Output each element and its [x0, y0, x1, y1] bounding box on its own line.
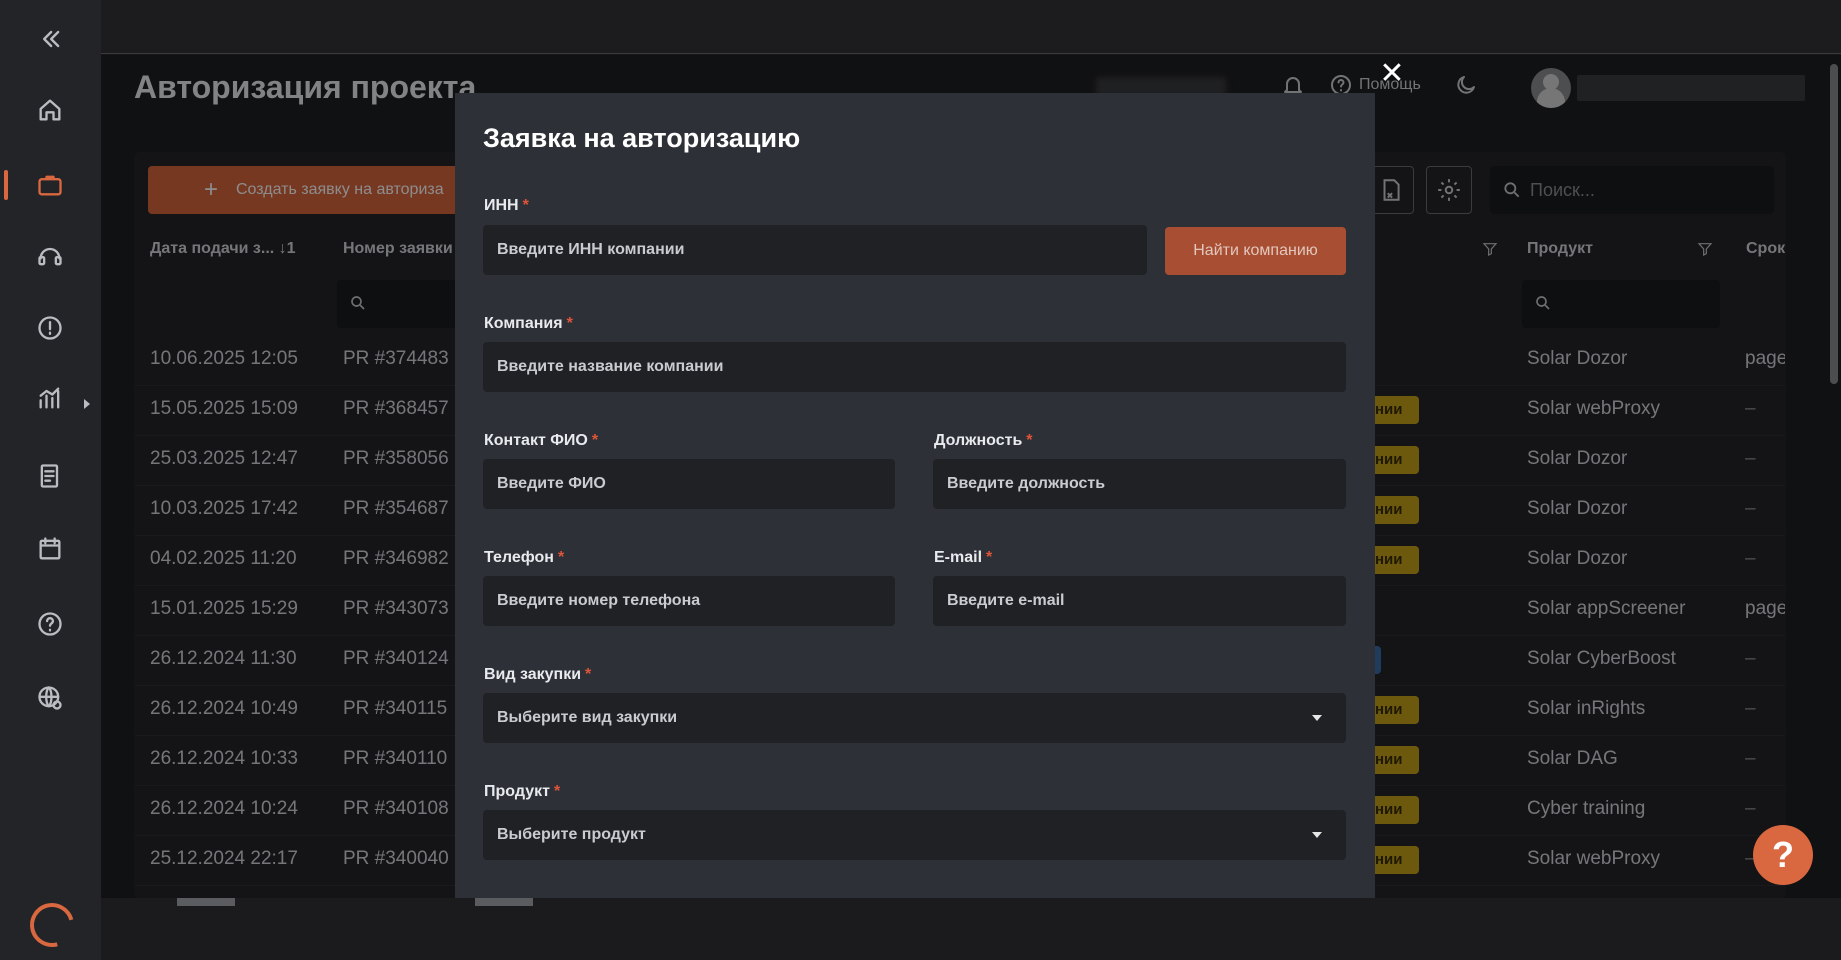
brand-logo-icon [21, 894, 83, 956]
horizontal-scrollbar[interactable] [177, 898, 235, 906]
calendar-icon[interactable] [32, 531, 68, 567]
briefcase-icon[interactable] [32, 167, 68, 203]
sidebar-active-indicator [4, 170, 8, 200]
settings-globe-icon[interactable] [32, 680, 68, 716]
modal-title: Заявка на авторизацию [483, 123, 801, 153]
phone-label: Телефон * [484, 549, 565, 566]
sidebar [0, 0, 101, 960]
product-select[interactable]: Выберите продукт [483, 810, 1346, 860]
position-label: Должность * [934, 432, 1033, 449]
product-label: Продукт * [484, 783, 561, 800]
expand-arrow-icon[interactable] [84, 399, 90, 409]
company-label: Компания * [484, 315, 573, 332]
position-input[interactable]: Введите должность [933, 459, 1346, 509]
help-fab-button[interactable]: ? [1753, 825, 1813, 885]
authorization-request-modal: Заявка на авторизацию ИНН * Введите ИНН к… [455, 93, 1375, 898]
contact-label: Контакт ФИО * [484, 432, 599, 449]
inn-input[interactable]: Введите ИНН компании [483, 225, 1147, 275]
top-bar [101, 0, 1841, 54]
collapse-icon[interactable] [32, 21, 68, 57]
report-icon[interactable] [32, 458, 68, 494]
email-label: E-mail * [934, 549, 993, 566]
alert-icon[interactable] [32, 310, 68, 346]
close-icon[interactable]: ✕ [1378, 59, 1406, 89]
purchase-type-label: Вид закупки * [484, 666, 592, 683]
bottom-strip [101, 898, 1841, 960]
help-icon[interactable] [32, 606, 68, 642]
purchase-type-select[interactable]: Выберите вид закупки [483, 693, 1346, 743]
find-company-button[interactable]: Найти компанию [1165, 227, 1346, 275]
phone-input[interactable]: Введите номер телефона [483, 576, 895, 626]
home-icon[interactable] [32, 92, 68, 128]
app-root: Авторизация проекта Помощь Создать заявк… [0, 0, 1841, 960]
contact-input[interactable]: Введите ФИО [483, 459, 895, 509]
support-icon[interactable] [32, 238, 68, 274]
company-input[interactable]: Введите название компании [483, 342, 1346, 392]
email-input[interactable]: Введите e-mail [933, 576, 1346, 626]
horizontal-scrollbar[interactable] [475, 898, 533, 906]
analytics-icon[interactable] [32, 380, 68, 416]
inn-label: ИНН * [484, 197, 529, 214]
